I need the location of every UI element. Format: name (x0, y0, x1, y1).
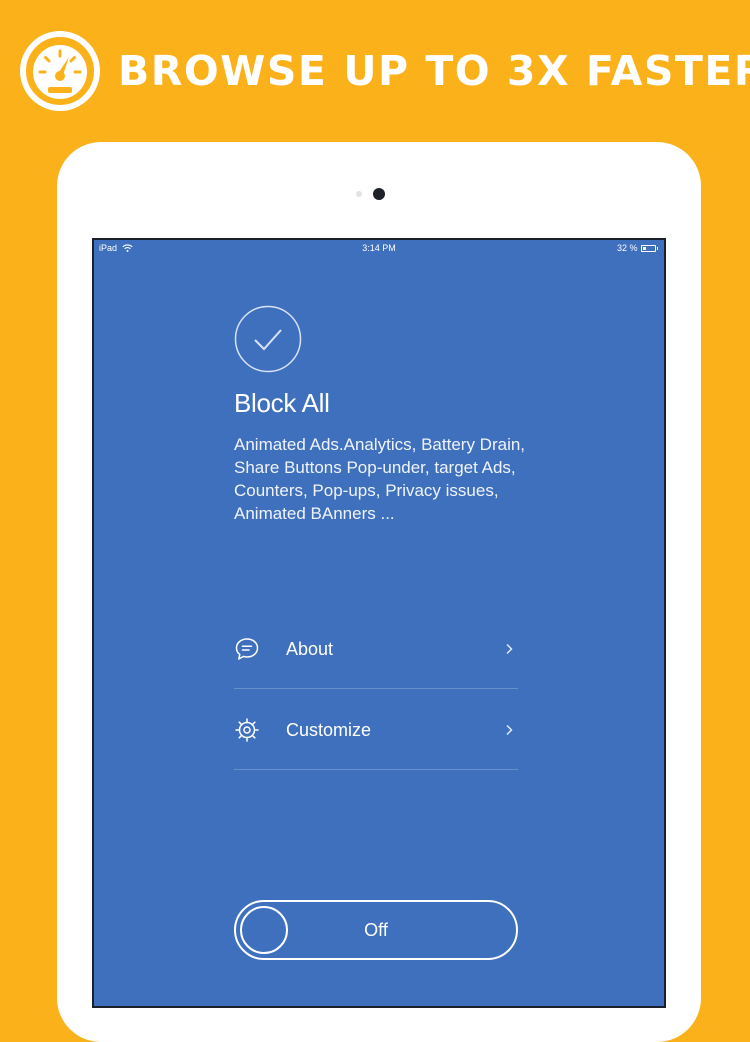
status-bar: iPad 3:14 PM 32 % (94, 240, 664, 256)
blocked-categories-description: Animated Ads.Analytics, Battery Drain, S… (234, 435, 526, 523)
menu-divider (234, 769, 518, 770)
battery-tip (656, 246, 658, 250)
toggle-state-label: Off (364, 920, 388, 940)
about-label: About (286, 638, 334, 659)
about-menu-item[interactable]: About (234, 609, 518, 689)
app-screen: iPad 3:14 PM 32 % Block All Animated Ads… (92, 238, 666, 1008)
speedometer-icon (20, 31, 100, 111)
status-time: 3:14 PM (362, 243, 396, 253)
page-title: Block All (234, 388, 330, 418)
customize-label: Customize (286, 719, 372, 740)
status-right: 32 % (617, 243, 658, 253)
chat-bubble-icon (235, 638, 259, 660)
chevron-right-icon (506, 643, 513, 655)
check-circle-icon (234, 305, 302, 373)
block-toggle-switch[interactable]: Off (234, 900, 518, 960)
gear-icon (235, 718, 259, 742)
battery-fill (642, 246, 647, 250)
menu-divider (234, 688, 518, 689)
customize-menu-item[interactable]: Customize (234, 690, 518, 770)
battery-percent: 32 % (616, 243, 638, 253)
chevron-right-icon (506, 724, 513, 736)
promo-header: BROWSE UP TO 3X FASTER (18, 28, 750, 114)
promo-headline: BROWSE UP TO 3X FASTER (118, 47, 750, 95)
front-camera (373, 188, 385, 200)
battery-icon (640, 244, 656, 252)
front-sensor (356, 191, 362, 197)
